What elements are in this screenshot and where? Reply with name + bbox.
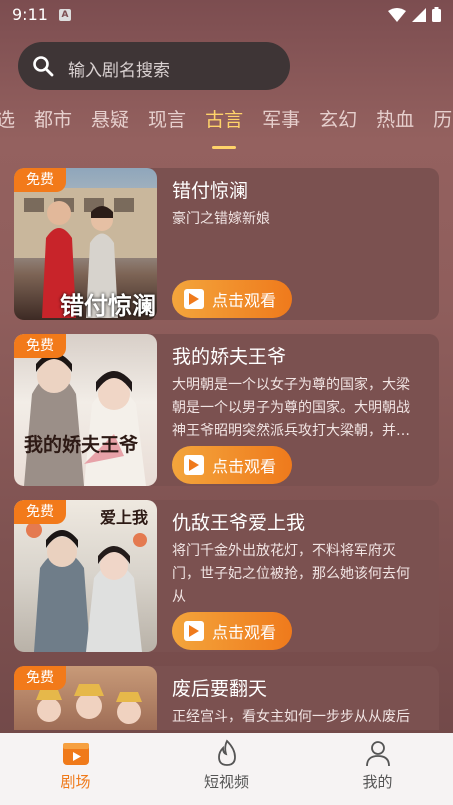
drama-card[interactable]: 免费 废后要翻天 正经宫斗，看女主如何一步步从从废后 (14, 666, 439, 730)
search-bar[interactable]: 输入剧名搜索 (18, 42, 290, 90)
drama-description: 正经宫斗，看女主如何一步步从从废后 (172, 709, 410, 725)
drama-title[interactable]: 我的娇夫王爷 (172, 342, 286, 369)
person-icon (365, 741, 390, 767)
watch-button-label: 点击观看 (212, 457, 277, 476)
tab-label: 军事 (262, 109, 301, 131)
active-tab-indicator (212, 146, 237, 149)
drama-description: 将门千金外出放花灯，不料将军府灭门，世子妃之位被抢，那么她该何去何从 (172, 543, 410, 605)
nav-short-video[interactable]: 短视频 (151, 733, 302, 805)
signal-icon (412, 7, 426, 22)
play-icon (184, 455, 204, 475)
theater-icon (62, 743, 89, 765)
tab-category-3[interactable]: 现言 (148, 104, 186, 144)
category-tabs: 选 都市 悬疑 现言 古言 军事 玄幻 热血 历 (0, 104, 453, 149)
status-bar: 9:11 A (0, 0, 453, 32)
tab-category-5[interactable]: 军事 (262, 104, 300, 144)
nav-label: 短视频 (203, 773, 249, 791)
tab-category-6[interactable]: 玄幻 (319, 104, 357, 144)
nav-theater[interactable]: 剧场 (0, 733, 151, 805)
status-time: 9:11 (12, 5, 48, 24)
watch-button-label: 点击观看 (212, 291, 277, 310)
tab-label: 热血 (376, 109, 415, 131)
notification-a-icon: A (59, 9, 71, 21)
free-badge: 免费 (14, 500, 66, 524)
search-icon (33, 56, 54, 77)
poster-title-text: 错付惊澜 (60, 292, 156, 320)
drama-card[interactable]: 错付惊澜 免费 错付惊澜 豪门之错嫁新娘 点击观看 (14, 168, 439, 320)
tab-category-1[interactable]: 都市 (34, 104, 72, 144)
drama-title[interactable]: 错付惊澜 (172, 176, 248, 203)
tab-category-8[interactable]: 历 (433, 104, 452, 144)
play-icon (184, 289, 204, 309)
search-placeholder: 输入剧名搜索 (68, 61, 170, 81)
tab-label: 历 (433, 109, 453, 131)
tab-label: 悬疑 (91, 109, 130, 131)
free-badge: 免费 (14, 168, 66, 192)
status-icons (388, 7, 441, 22)
free-badge: 免费 (14, 334, 66, 358)
bottom-navigation: 剧场 短视频 我的 (0, 733, 453, 805)
tab-category-4-active[interactable]: 古言 (205, 104, 244, 149)
tab-label: 古言 (205, 109, 244, 131)
battery-icon (432, 7, 441, 22)
nav-label: 剧场 (60, 773, 91, 791)
tab-category-2[interactable]: 悬疑 (91, 104, 129, 144)
watch-button-label: 点击观看 (212, 623, 277, 642)
drama-title[interactable]: 仇敌王爷爱上我 (172, 508, 305, 535)
nav-mine[interactable]: 我的 (302, 733, 453, 805)
tab-category-0[interactable]: 选 (0, 104, 15, 144)
drama-card[interactable]: 我的娇夫王爷 免费 我的娇夫王爷 大明朝是一个以女子为尊的国家，大梁朝是一个以男… (14, 334, 439, 486)
drama-card[interactable]: 爱上我 免费 仇敌王爷爱上我 将门千金外出放花灯，不料将军府灭门，世子妃之位被抢… (14, 500, 439, 652)
free-badge: 免费 (14, 666, 66, 690)
tab-category-7[interactable]: 热血 (376, 104, 414, 144)
tab-label: 选 (0, 109, 16, 131)
poster-title-text: 我的娇夫王爷 (24, 434, 139, 456)
tab-label: 都市 (34, 109, 73, 131)
drama-description: 豪门之错嫁新娘 (172, 211, 270, 227)
wifi-icon (388, 7, 406, 22)
flame-icon (217, 739, 236, 766)
drama-title[interactable]: 废后要翻天 (172, 674, 267, 701)
drama-description: 大明朝是一个以女子为尊的国家，大梁朝是一个以男子为尊的国家。大明朝战神王爷昭明突… (172, 377, 410, 439)
play-icon (184, 621, 204, 641)
watch-button[interactable]: 点击观看 (172, 446, 292, 484)
watch-button[interactable]: 点击观看 (172, 280, 292, 318)
drama-list[interactable]: 错付惊澜 免费 错付惊澜 豪门之错嫁新娘 点击观看 我的娇夫王爷 免费 我的娇夫… (14, 168, 439, 730)
tab-label: 玄幻 (319, 109, 358, 131)
tab-label: 现言 (148, 109, 187, 131)
poster-title-text: 爱上我 (100, 508, 149, 527)
watch-button[interactable]: 点击观看 (172, 612, 292, 650)
nav-label: 我的 (362, 773, 393, 791)
